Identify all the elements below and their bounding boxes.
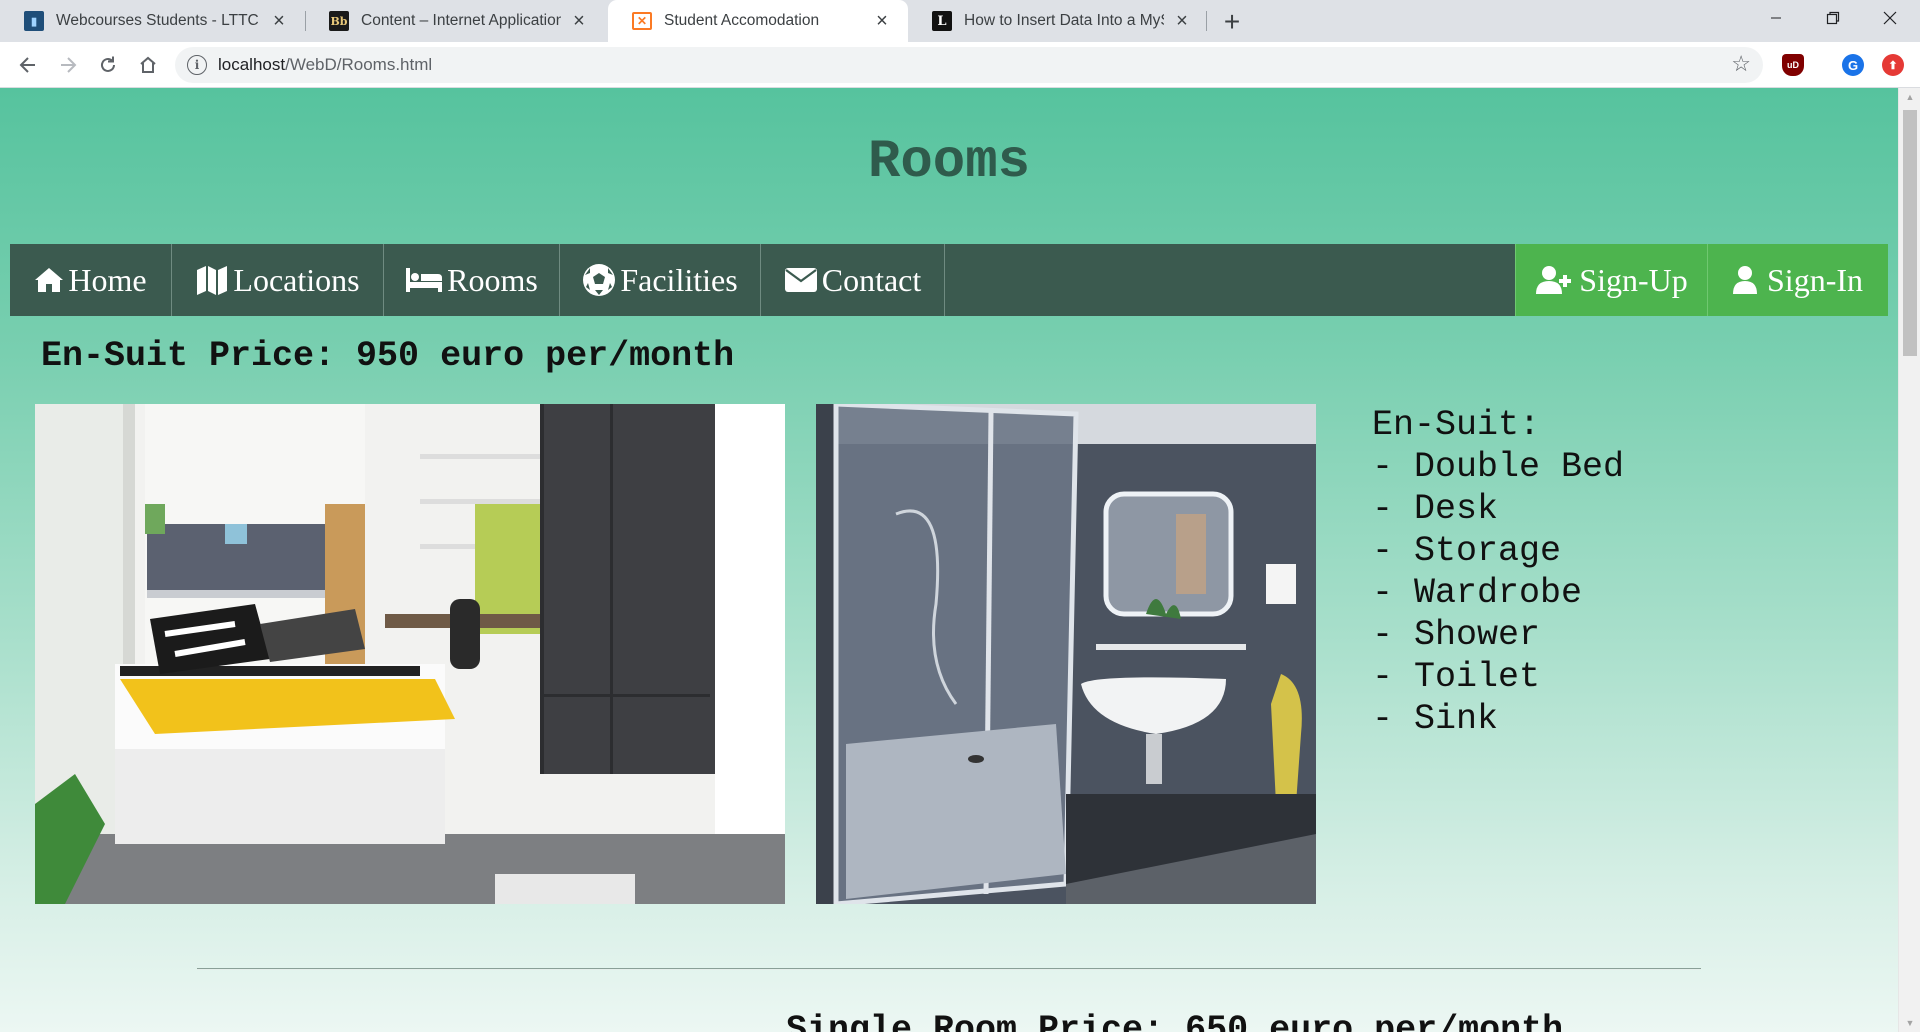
home-button[interactable] <box>132 49 164 81</box>
home-icon <box>34 266 64 294</box>
forward-button[interactable] <box>52 49 84 81</box>
close-tab-icon[interactable]: × <box>567 9 591 33</box>
minimize-button[interactable] <box>1746 0 1806 36</box>
feature-item: - Storage <box>1372 531 1562 571</box>
reload-button[interactable] <box>92 49 124 81</box>
nav-locations[interactable]: Locations <box>172 244 384 316</box>
nav-contact-label: Contact <box>821 261 922 298</box>
tab-title: Webcourses Students - LTTC <box>56 12 259 29</box>
page-title: Rooms <box>867 132 1031 193</box>
xampp-favicon-icon: ✕ <box>632 12 652 30</box>
close-window-button[interactable] <box>1860 0 1920 36</box>
nav-sign-up[interactable]: Sign-Up <box>1515 244 1707 316</box>
ensuite-features-list: En-Suit: - Double Bed - Desk - Storage -… <box>1372 404 1624 740</box>
site-info-icon[interactable]: i <box>187 55 207 75</box>
tab-title: Content – Internet Application an <box>361 12 561 29</box>
main-navbar: Home Locations Rooms Facilities Contact <box>10 244 1888 316</box>
soccer-ball-icon <box>582 263 616 297</box>
feature-item: - Shower <box>1372 615 1541 655</box>
nav-facilities-label: Facilities <box>620 261 738 298</box>
nav-rooms-label: Rooms <box>447 261 538 298</box>
close-tab-icon[interactable]: × <box>1170 9 1194 33</box>
bed-icon <box>405 266 443 294</box>
ensuite-bedroom-image <box>35 404 785 904</box>
lifewire-favicon-icon: L <box>932 11 952 31</box>
scroll-up-arrow-icon[interactable]: ▲ <box>1899 88 1920 106</box>
nav-home-label: Home <box>68 261 147 298</box>
user-plus-icon <box>1535 265 1575 295</box>
tab-mysql-article[interactable]: L How to Insert Data Into a MySQL × <box>908 0 1208 42</box>
browser-toolbar: i localhost/WebD/Rooms.html ☆ uD G ⬆ <box>0 42 1920 88</box>
nav-facilities[interactable]: Facilities <box>560 244 761 316</box>
feature-item: - Sink <box>1372 699 1499 739</box>
tab-webcourses[interactable]: ▮ Webcourses Students - LTTC × <box>0 0 305 42</box>
map-icon <box>195 264 229 296</box>
blackboard-favicon-icon: Bb <box>329 11 349 31</box>
back-button[interactable] <box>12 49 44 81</box>
nav-sign-in[interactable]: Sign-In <box>1707 244 1888 316</box>
tab-title: Student Accomodation <box>664 12 820 29</box>
tab-content[interactable]: Bb Content – Internet Application an × <box>305 0 605 42</box>
nav-rooms[interactable]: Rooms <box>384 244 560 316</box>
new-tab-button[interactable]: + <box>1216 6 1248 38</box>
ensuite-bathroom-image <box>816 404 1316 904</box>
tab-student-accomodation[interactable]: ✕ Student Accomodation × <box>608 0 908 42</box>
browser-tab-strip: ▮ Webcourses Students - LTTC × Bb Conten… <box>0 0 1920 42</box>
nav-sign-in-label: Sign-In <box>1767 261 1863 298</box>
page-scrollbar[interactable]: ▲ ▼ <box>1898 88 1920 1032</box>
close-tab-icon[interactable]: × <box>870 9 894 33</box>
user-icon <box>1733 265 1757 295</box>
feature-item: - Wardrobe <box>1372 573 1583 613</box>
feature-item: - Double Bed <box>1372 447 1625 487</box>
ublock-extension-icon[interactable]: uD <box>1782 54 1804 76</box>
feature-item: - Desk <box>1372 489 1499 529</box>
feature-item: - Toilet <box>1372 657 1541 697</box>
profile-avatar[interactable]: G <box>1842 54 1864 76</box>
scroll-down-arrow-icon[interactable]: ▼ <box>1899 1014 1920 1032</box>
envelope-icon <box>784 266 818 294</box>
single-room-price-heading: Single Room Price: 650 euro per/month <box>786 1010 1564 1032</box>
url-text: localhost/WebD/Rooms.html <box>218 55 433 74</box>
features-title: En-Suit: <box>1372 405 1541 445</box>
section-divider <box>197 968 1701 970</box>
nav-contact[interactable]: Contact <box>761 244 945 316</box>
nav-locations-label: Locations <box>233 261 360 298</box>
webcourses-favicon-icon: ▮ <box>24 11 44 31</box>
ensuite-price-heading: En-Suit Price: 950 euro per/month <box>41 336 735 376</box>
bookmark-star-icon[interactable]: ☆ <box>1731 51 1751 77</box>
scrollbar-thumb[interactable] <box>1903 110 1917 356</box>
tab-title: How to Insert Data Into a MySQL <box>964 12 1164 29</box>
address-bar[interactable]: i localhost/WebD/Rooms.html ☆ <box>175 47 1763 83</box>
nav-home[interactable]: Home <box>10 244 172 316</box>
nav-sign-up-label: Sign-Up <box>1579 261 1688 298</box>
restore-button[interactable] <box>1803 0 1863 36</box>
extension-red-icon[interactable]: ⬆ <box>1882 54 1904 76</box>
tab-separator <box>1206 11 1207 31</box>
page-viewport: Rooms Home Locations Rooms Facilities Co… <box>0 88 1898 1032</box>
close-tab-icon[interactable]: × <box>267 9 291 33</box>
